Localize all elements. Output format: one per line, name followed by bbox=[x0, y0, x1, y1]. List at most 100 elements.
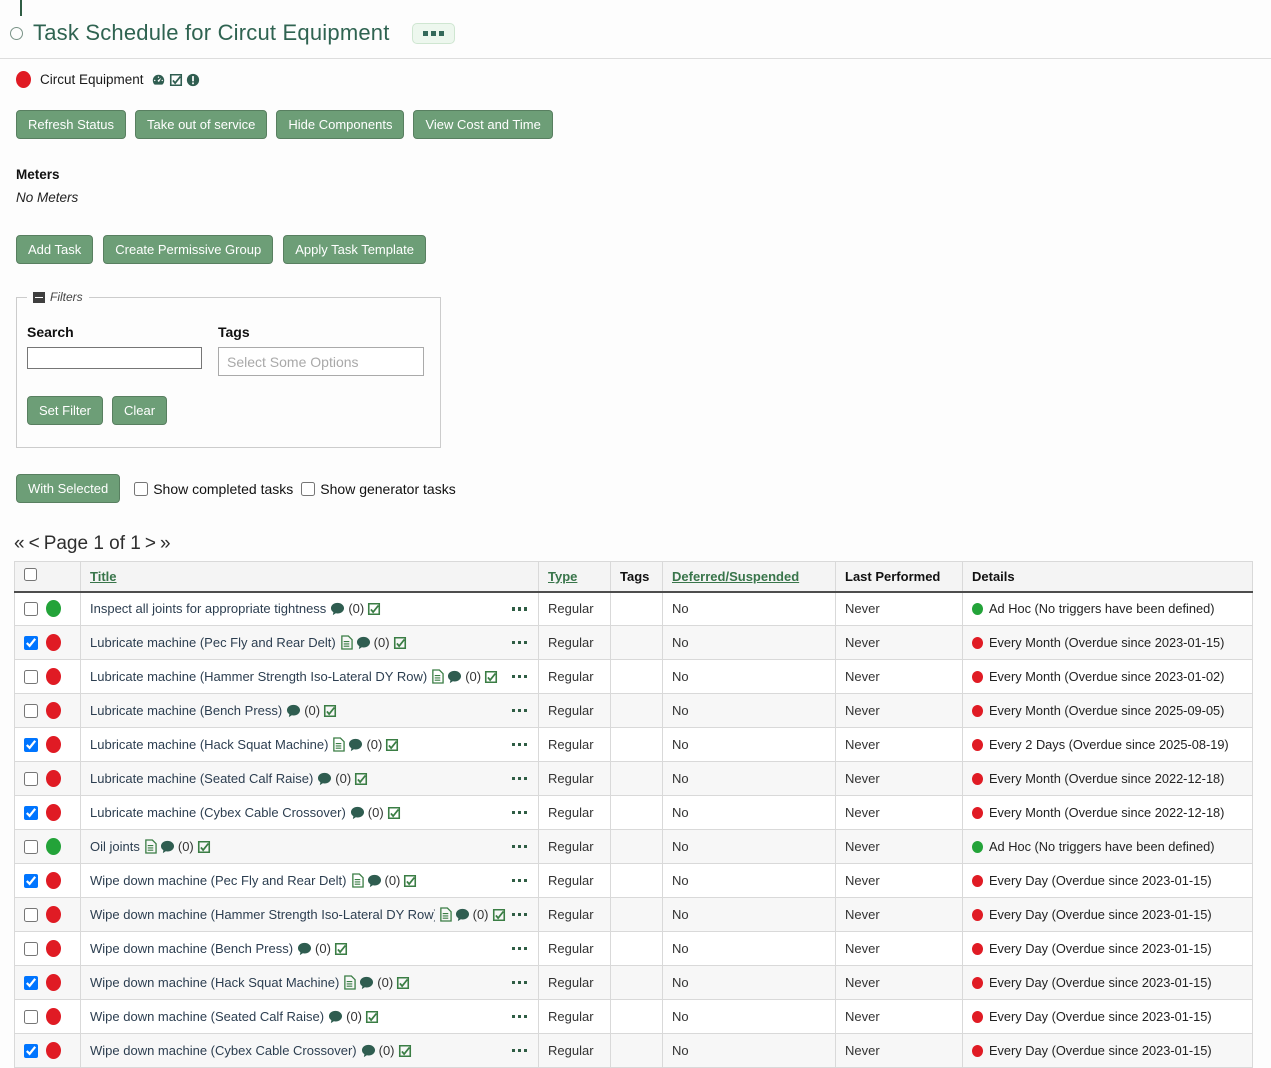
last-page-button[interactable]: » bbox=[160, 533, 171, 555]
row-actions-button[interactable] bbox=[510, 1045, 530, 1057]
info-icon[interactable] bbox=[186, 73, 200, 87]
checklist-icon[interactable] bbox=[367, 602, 381, 616]
comment-icon[interactable] bbox=[356, 636, 371, 650]
task-title-link[interactable]: Wipe down machine (Pec Fly and Rear Delt… bbox=[90, 873, 347, 888]
row-actions-button[interactable] bbox=[510, 977, 530, 989]
row-actions-button[interactable] bbox=[510, 739, 530, 751]
task-title-link[interactable]: Lubricate machine (Seated Calf Raise) bbox=[90, 771, 313, 786]
task-title-link[interactable]: Lubricate machine (Hammer Strength Iso-L… bbox=[90, 669, 427, 684]
first-page-button[interactable]: « bbox=[14, 533, 25, 555]
comment-icon[interactable] bbox=[455, 908, 470, 922]
comment-icon[interactable] bbox=[330, 602, 345, 616]
document-icon[interactable] bbox=[351, 873, 364, 888]
checked-box-icon[interactable] bbox=[169, 73, 183, 87]
comment-icon[interactable] bbox=[286, 704, 301, 718]
task-title-link[interactable]: Lubricate machine (Bench Press) bbox=[90, 703, 282, 718]
checklist-icon[interactable] bbox=[393, 636, 407, 650]
comment-icon[interactable] bbox=[359, 976, 374, 990]
create-permissive-group-button[interactable]: Create Permissive Group bbox=[103, 235, 273, 264]
show-completed-checkbox[interactable] bbox=[134, 482, 148, 496]
row-actions-button[interactable] bbox=[510, 807, 530, 819]
document-icon[interactable] bbox=[340, 635, 353, 650]
checklist-icon[interactable] bbox=[387, 806, 401, 820]
task-title-link[interactable]: Oil joints bbox=[90, 839, 140, 854]
gauge-icon[interactable] bbox=[151, 73, 166, 87]
row-actions-button[interactable] bbox=[510, 773, 530, 785]
sort-type-header[interactable]: Type bbox=[548, 569, 577, 584]
row-select-checkbox[interactable] bbox=[24, 942, 38, 956]
checklist-icon[interactable] bbox=[492, 908, 506, 922]
show-generator-option[interactable]: Show generator tasks bbox=[301, 481, 455, 497]
task-title-link[interactable]: Wipe down machine (Hammer Strength Iso-L… bbox=[90, 907, 435, 922]
collapse-filters-icon[interactable] bbox=[33, 292, 45, 303]
row-select-checkbox[interactable] bbox=[24, 772, 38, 786]
task-title-link[interactable]: Lubricate machine (Hack Squat Machine) bbox=[90, 737, 328, 752]
row-select-checkbox[interactable] bbox=[24, 874, 38, 888]
row-actions-button[interactable] bbox=[510, 705, 530, 717]
refresh-status-button[interactable]: Refresh Status bbox=[16, 110, 126, 139]
comment-icon[interactable] bbox=[317, 772, 332, 786]
checklist-icon[interactable] bbox=[403, 874, 417, 888]
row-actions-button[interactable] bbox=[510, 637, 530, 649]
sort-deferred-header[interactable]: Deferred/Suspended bbox=[672, 569, 799, 584]
checklist-icon[interactable] bbox=[398, 1044, 412, 1058]
document-icon[interactable] bbox=[439, 907, 452, 922]
document-icon[interactable] bbox=[332, 737, 345, 752]
row-actions-button[interactable] bbox=[510, 1011, 530, 1023]
hide-components-button[interactable]: Hide Components bbox=[276, 110, 404, 139]
checklist-icon[interactable] bbox=[385, 738, 399, 752]
comment-icon[interactable] bbox=[361, 1044, 376, 1058]
row-select-checkbox[interactable] bbox=[24, 806, 38, 820]
row-select-checkbox[interactable] bbox=[24, 704, 38, 718]
comment-icon[interactable] bbox=[350, 806, 365, 820]
take-out-of-service-button[interactable]: Take out of service bbox=[135, 110, 267, 139]
row-select-checkbox[interactable] bbox=[24, 602, 38, 616]
document-icon[interactable] bbox=[431, 669, 444, 684]
clear-filter-button[interactable]: Clear bbox=[112, 396, 167, 425]
document-icon[interactable] bbox=[144, 839, 157, 854]
task-title-link[interactable]: Wipe down machine (Cybex Cable Crossover… bbox=[90, 1043, 357, 1058]
row-select-checkbox[interactable] bbox=[24, 976, 38, 990]
document-icon[interactable] bbox=[343, 975, 356, 990]
checklist-icon[interactable] bbox=[484, 670, 498, 684]
tags-input[interactable] bbox=[218, 347, 424, 376]
checklist-icon[interactable] bbox=[197, 840, 211, 854]
checklist-icon[interactable] bbox=[323, 704, 337, 718]
show-generator-checkbox[interactable] bbox=[301, 482, 315, 496]
with-selected-button[interactable]: With Selected bbox=[16, 474, 120, 503]
comment-icon[interactable] bbox=[160, 840, 175, 854]
row-actions-button[interactable] bbox=[510, 603, 530, 615]
select-all-checkbox[interactable] bbox=[24, 568, 37, 581]
task-title-link[interactable]: Wipe down machine (Bench Press) bbox=[90, 941, 293, 956]
prev-page-button[interactable]: < bbox=[29, 533, 40, 555]
row-actions-button[interactable] bbox=[510, 841, 530, 853]
show-completed-option[interactable]: Show completed tasks bbox=[134, 481, 293, 497]
row-select-checkbox[interactable] bbox=[24, 840, 38, 854]
comment-icon[interactable] bbox=[297, 942, 312, 956]
row-select-checkbox[interactable] bbox=[24, 636, 38, 650]
sort-title-header[interactable]: Title bbox=[90, 569, 117, 584]
row-actions-button[interactable] bbox=[510, 943, 530, 955]
row-select-checkbox[interactable] bbox=[24, 908, 38, 922]
add-task-button[interactable]: Add Task bbox=[16, 235, 93, 264]
checklist-icon[interactable] bbox=[334, 942, 348, 956]
row-select-checkbox[interactable] bbox=[24, 738, 38, 752]
apply-task-template-button[interactable]: Apply Task Template bbox=[283, 235, 426, 264]
checklist-icon[interactable] bbox=[354, 772, 368, 786]
comment-icon[interactable] bbox=[367, 874, 382, 888]
set-filter-button[interactable]: Set Filter bbox=[27, 396, 103, 425]
row-select-checkbox[interactable] bbox=[24, 670, 38, 684]
row-actions-button[interactable] bbox=[510, 909, 530, 921]
row-actions-button[interactable] bbox=[510, 671, 530, 683]
comment-icon[interactable] bbox=[447, 670, 462, 684]
comment-icon[interactable] bbox=[348, 738, 363, 752]
row-select-checkbox[interactable] bbox=[24, 1044, 38, 1058]
task-title-link[interactable]: Lubricate machine (Cybex Cable Crossover… bbox=[90, 805, 346, 820]
page-actions-menu-button[interactable] bbox=[412, 23, 455, 44]
search-input[interactable] bbox=[27, 347, 202, 369]
next-page-button[interactable]: > bbox=[145, 533, 156, 555]
checklist-icon[interactable] bbox=[396, 976, 410, 990]
task-title-link[interactable]: Inspect all joints for appropriate tight… bbox=[90, 601, 326, 616]
row-actions-button[interactable] bbox=[510, 875, 530, 887]
view-cost-and-time-button[interactable]: View Cost and Time bbox=[413, 110, 552, 139]
